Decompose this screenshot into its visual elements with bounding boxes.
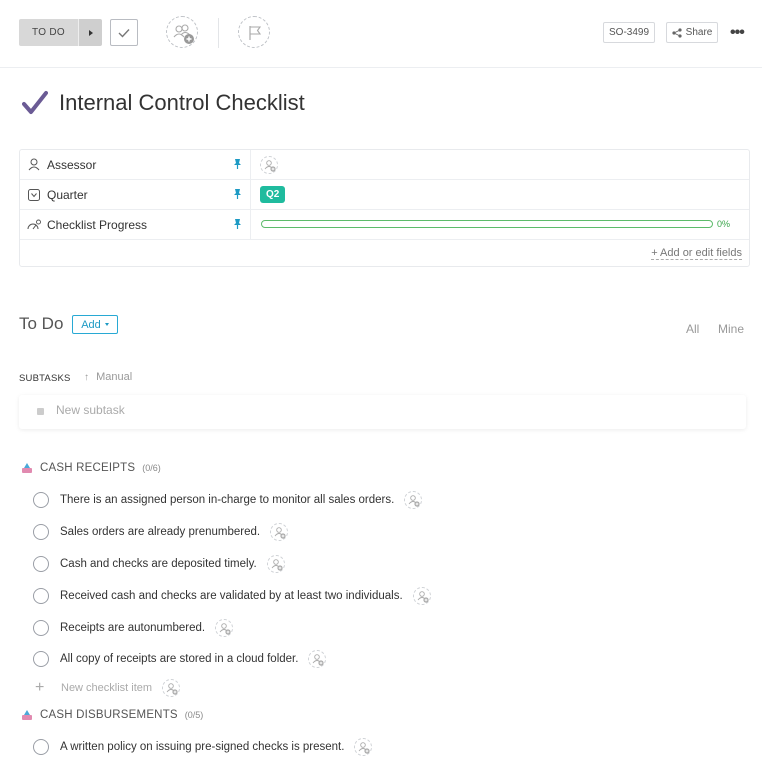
field-label-assessor: Assessor [20,150,251,179]
checklist-name[interactable]: CASH DISBURSEMENTS [40,709,178,721]
checklist-item-text[interactable]: Received cash and checks are validated b… [60,590,403,602]
filter-mine-tab[interactable]: Mine [718,322,744,336]
field-row-quarter: Quarter Q2 [20,180,749,210]
new-subtask-input[interactable] [56,403,456,417]
add-assignee-icon[interactable] [215,619,234,637]
checklist-item-text[interactable]: Receipts are autonumbered. [60,622,205,634]
quarter-badge[interactable]: Q2 [260,186,286,203]
field-label-quarter: Quarter [20,180,251,209]
checklist-item-checkbox[interactable] [33,739,49,755]
task-title[interactable]: Internal Control Checklist [59,90,305,116]
quarter-value[interactable]: Q2 [260,180,286,209]
checklist-drag-icon[interactable] [21,462,33,474]
task-complete-checkmark-icon [22,91,48,114]
subtasks-label: SUBTASKS [19,373,71,384]
sort-arrow-up-icon: ↑ [84,372,89,383]
more-options-icon[interactable]: ••• [730,24,745,42]
pin-icon[interactable] [233,158,242,170]
share-icon [672,27,682,38]
add-assignee-icon[interactable] [412,587,431,605]
add-button[interactable]: Add [72,315,118,334]
caret-down-icon [104,323,109,326]
checklist-item[interactable]: Received cash and checks are validated b… [33,586,431,606]
person-icon [27,158,41,172]
pin-icon[interactable] [233,218,242,230]
field-label-checklist-progress: Checklist Progress [20,210,251,239]
checklist-item-text[interactable]: Sales orders are already prenumbered. [60,526,260,538]
complete-check-button[interactable] [110,19,138,46]
checklist-item-text[interactable]: A written policy on issuing pre-signed c… [60,741,344,753]
pin-icon[interactable] [233,188,242,200]
add-assignee-icon[interactable] [162,679,181,697]
checklist-item[interactable]: All copy of receipts are stored in a clo… [33,649,327,669]
add-assignee-icon[interactable] [270,523,289,541]
status-label[interactable]: TO DO [19,19,78,46]
checklist-item[interactable]: Cash and checks are deposited timely. [33,554,285,574]
new-checklist-item-placeholder[interactable]: New checklist item [61,682,152,694]
plus-icon: + [35,679,45,696]
add-assignee-icon [173,24,194,44]
task-topbar: TO DO SO-3499 Share ••• [0,0,762,68]
custom-fields-panel: Assessor Quarter Q2 Checklist Progress 0… [19,149,750,267]
add-or-edit-fields-link[interactable]: + Add or edit fields [651,247,742,260]
status-next-arrow-icon[interactable] [78,19,102,46]
subtask-status-square-icon [37,408,44,415]
checklist-item-text[interactable]: There is an assigned person in-charge to… [60,494,394,506]
new-subtask-row[interactable] [19,395,746,429]
assign-users-button[interactable] [166,16,198,48]
checklist-count: (0/6) [142,463,161,473]
field-row-checklist-progress: Checklist Progress 0% [20,210,749,240]
assessor-assign[interactable] [260,150,278,179]
share-label: Share [685,27,713,38]
filter-all-tab[interactable]: All [686,322,699,336]
dropdown-field-icon [27,188,41,202]
checklist-item-checkbox[interactable] [33,620,49,636]
progress-percent: 0% [717,219,731,229]
checklist-item-text[interactable]: Cash and checks are deposited timely. [60,558,257,570]
checklist-item-checkbox[interactable] [33,588,49,604]
flag-icon [249,26,262,40]
task-id-badge[interactable]: SO-3499 [603,22,656,43]
checklist-item[interactable]: A written policy on issuing pre-signed c… [33,737,373,757]
new-checklist-item-row[interactable]: + New checklist item [35,679,181,697]
add-assignee-icon[interactable] [354,738,373,756]
manual-sort-toggle[interactable]: ↑ Manual [84,371,132,383]
add-assignee-icon[interactable] [308,650,327,668]
checklist-item-text[interactable]: All copy of receipts are stored in a clo… [60,653,298,665]
checklist-item[interactable]: Receipts are autonumbered. [33,618,234,638]
share-button[interactable]: Share [666,22,718,43]
checklist-drag-icon[interactable] [21,709,33,721]
topbar-divider [218,18,219,48]
checklist-item-checkbox[interactable] [33,524,49,540]
checklist-header-cash-receipts[interactable]: CASH RECEIPTS (0/6) [21,460,161,476]
todo-section-title: To Do [19,314,64,333]
priority-flag-button[interactable] [238,16,270,48]
checklist-count: (0/5) [184,710,204,720]
checklist-item-checkbox[interactable] [33,492,49,508]
checklist-header-cash-disbursements[interactable]: CASH DISBURSEMENTS (0/5) [21,707,203,723]
progress-icon [27,218,41,232]
add-assignee-icon[interactable] [404,491,423,509]
add-assignee-icon[interactable] [266,555,285,573]
status-button[interactable]: TO DO [19,19,102,46]
add-assignee-icon[interactable] [260,155,278,174]
checkmark-icon [118,28,130,38]
field-row-assessor: Assessor [20,150,749,180]
checklist-name[interactable]: CASH RECEIPTS [40,462,135,474]
checklist-item-checkbox[interactable] [33,651,49,667]
checklist-item[interactable]: Sales orders are already prenumbered. [33,522,289,542]
checklist-item[interactable]: There is an assigned person in-charge to… [33,490,423,510]
checklist-progress-bar [261,220,713,228]
checklist-item-checkbox[interactable] [33,556,49,572]
